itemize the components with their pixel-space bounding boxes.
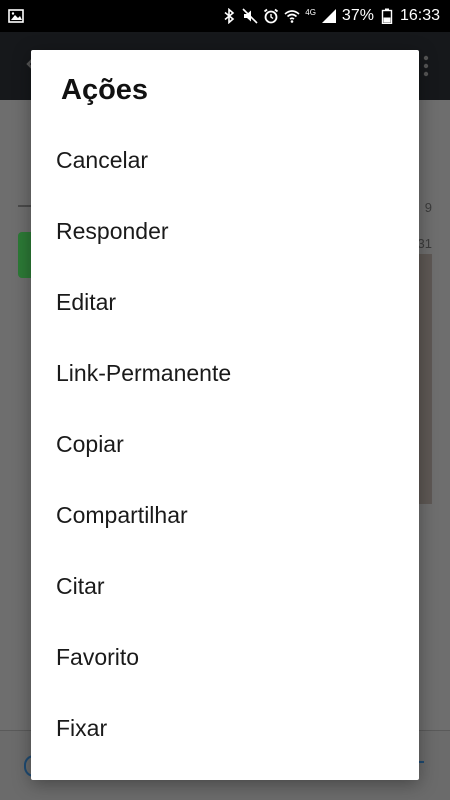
dialog-title: Ações <box>61 74 149 106</box>
clock: 16:33 <box>399 7 440 24</box>
action-cancelar[interactable]: Cancelar <box>31 125 419 196</box>
more-options-icon <box>422 54 430 78</box>
bluetooth-icon <box>221 8 237 24</box>
background-count: 9 <box>424 200 432 215</box>
background-count: 31 <box>417 236 432 251</box>
action-editar[interactable]: Editar <box>31 267 419 338</box>
actions-dialog: Ações Cancelar Responder Editar Link-Per… <box>31 50 419 780</box>
action-responder[interactable]: Responder <box>31 196 419 267</box>
action-link-permanente[interactable]: Link-Permanente <box>31 338 419 409</box>
status-left <box>8 8 24 24</box>
status-bar: 4G 37% 16:33 <box>0 0 450 32</box>
battery-percent: 37% <box>341 7 374 24</box>
action-compartilhar[interactable]: Compartilhar <box>31 480 419 551</box>
action-citar[interactable]: Citar <box>31 551 419 622</box>
action-favorito[interactable]: Favorito <box>31 622 419 693</box>
alarm-icon <box>263 8 279 24</box>
battery-icon <box>379 8 395 24</box>
background-divider <box>18 205 32 207</box>
status-right: 4G 37% 16:33 <box>221 7 440 25</box>
action-copiar[interactable]: Copiar <box>31 409 419 480</box>
signal-icon <box>321 8 337 24</box>
action-list: Cancelar Responder Editar Link-Permanent… <box>31 125 419 764</box>
wifi-icon <box>284 8 300 24</box>
background-image <box>419 254 432 504</box>
action-fixar[interactable]: Fixar <box>31 693 419 764</box>
network-type-label: 4G <box>305 7 316 17</box>
image-notification-icon <box>8 8 24 24</box>
mute-icon <box>242 8 258 24</box>
background-status-badge <box>18 232 32 278</box>
